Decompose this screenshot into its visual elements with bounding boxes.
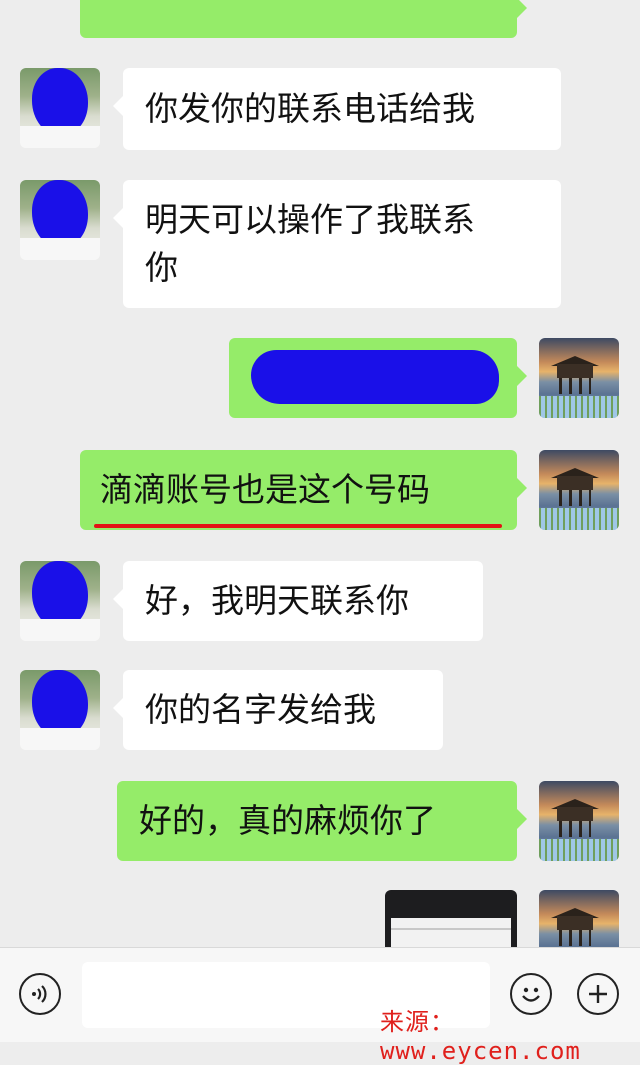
self-avatar[interactable] (539, 450, 619, 530)
message-bubble[interactable]: 你的名字发给我 (113, 670, 443, 750)
message-bubble-redacted[interactable] (229, 338, 527, 418)
message-text: 你的名字发给我 (145, 690, 376, 729)
message-text-line: 你 (145, 248, 178, 287)
chat-area[interactable]: 你发你的联系电话给我 明天可以操作了我联系 你 滴滴账号也是这个号码 好，我明天… (0, 0, 640, 947)
self-avatar[interactable] (539, 781, 619, 861)
self-avatar[interactable] (539, 338, 619, 418)
self-avatar[interactable] (539, 890, 619, 947)
highlight-underline (94, 524, 502, 528)
contact-avatar[interactable] (20, 180, 100, 260)
message-bubble[interactable]: 滴滴账号也是这个号码 (80, 450, 527, 530)
contact-avatar[interactable] (20, 561, 100, 641)
message-text: 好，我明天联系你 (145, 581, 409, 620)
message-bubble[interactable]: 你发你的联系电话给我 (113, 68, 561, 150)
image-message[interactable] (385, 890, 517, 947)
voice-icon (32, 985, 47, 1003)
contact-avatar[interactable] (20, 68, 100, 148)
message-bubble[interactable]: 好，我明天联系你 (113, 561, 483, 641)
voice-button[interactable] (19, 973, 61, 1015)
message-text: 滴滴账号也是这个号码 (100, 470, 430, 509)
watermark: 来源：www.eycen.com (380, 1008, 581, 1065)
redaction-mark (251, 350, 499, 404)
message-bubble[interactable]: 明天可以操作了我联系 你 (113, 180, 561, 308)
message-bubble-partial[interactable] (80, 0, 527, 38)
message-text: 你发你的联系电话给我 (145, 89, 475, 128)
message-text: 好的，真的麻烦你了 (139, 801, 436, 840)
contact-avatar[interactable] (20, 670, 100, 750)
message-bubble[interactable]: 好的，真的麻烦你了 (117, 781, 527, 861)
message-text-line: 明天可以操作了我联系 (145, 200, 475, 239)
